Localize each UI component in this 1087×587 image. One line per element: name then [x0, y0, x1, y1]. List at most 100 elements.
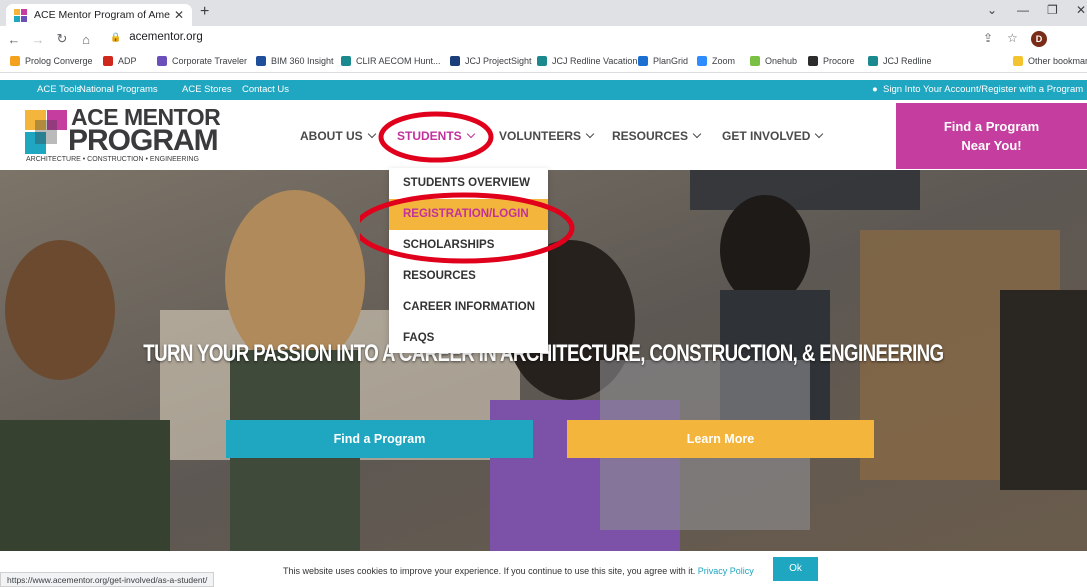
- nav-about-us[interactable]: ABOUT US: [300, 129, 376, 143]
- bookmark-label: Zoom: [712, 56, 736, 66]
- cookie-text: This website uses cookies to improve you…: [283, 566, 696, 576]
- menu-item-students-overview[interactable]: STUDENTS OVERVIEW: [389, 168, 548, 199]
- url-text: acementor.org: [129, 31, 203, 43]
- bookmark-item[interactable]: Prolog Converge: [10, 56, 93, 66]
- menu-item-registration-login[interactable]: REGISTRATION/LOGIN: [389, 199, 548, 230]
- chevron-down-icon: [692, 129, 702, 139]
- bookmark-item[interactable]: Corporate Traveler: [157, 56, 247, 66]
- bookmark-label: JCJ Redline: [883, 56, 932, 66]
- bookmark-item[interactable]: JCJ Redline: [868, 56, 932, 66]
- bookmark-favicon-icon: [808, 56, 818, 66]
- bookmark-item[interactable]: Onehub: [750, 56, 797, 66]
- sign-in-link[interactable]: Sign Into Your Account/Register with a P…: [883, 84, 1083, 95]
- user-icon: ●: [872, 84, 878, 95]
- bookmark-favicon-icon: [450, 56, 460, 66]
- bookmark-label: JCJ Redline Vacation: [552, 56, 638, 66]
- address-bar[interactable]: 🔒 acementor.org: [110, 31, 203, 43]
- chevron-down-icon: [367, 129, 376, 139]
- menu-item-resources[interactable]: RESOURCES: [389, 261, 548, 292]
- menu-item-career-information[interactable]: CAREER INFORMATION: [389, 292, 548, 323]
- bookmark-favicon-icon: [256, 56, 266, 66]
- bookmark-item[interactable]: CLIR AECOM Hunt...: [341, 56, 441, 66]
- nav-label: STUDENTS: [397, 129, 462, 143]
- menu-item-scholarships[interactable]: SCHOLARSHIPS: [389, 230, 548, 261]
- logo-text-line2[interactable]: PROGRAM: [68, 126, 219, 156]
- bookmark-favicon-icon: [638, 56, 648, 66]
- browser-tabstrip: ACE Mentor Program of America ✕ + ⌄ — ❐ …: [0, 0, 1087, 26]
- lock-icon[interactable]: 🔒: [110, 32, 121, 43]
- nav-label: ABOUT US: [300, 129, 363, 143]
- logo-tagline: ARCHITECTURE • CONSTRUCTION • ENGINEERIN…: [26, 156, 199, 163]
- privacy-policy-link[interactable]: Privacy Policy: [698, 566, 754, 576]
- bookmark-favicon-icon: [750, 56, 760, 66]
- forward-icon[interactable]: →: [28, 32, 48, 47]
- bookmark-item[interactable]: ADP: [103, 56, 137, 66]
- top-link-ace-stores[interactable]: ACE Stores: [182, 84, 232, 95]
- ace-favicon-icon: [14, 8, 27, 22]
- close-tab-icon[interactable]: ✕: [174, 8, 184, 22]
- bookmark-label: Corporate Traveler: [172, 56, 248, 66]
- bookmark-favicon-icon: [868, 56, 878, 66]
- cookie-ok-button[interactable]: Ok: [773, 557, 818, 581]
- folder-icon: [1013, 56, 1023, 66]
- bookmark-item[interactable]: PlanGrid: [638, 56, 688, 66]
- students-dropdown-menu: STUDENTS OVERVIEW REGISTRATION/LOGIN SCH…: [389, 168, 548, 353]
- share-icon[interactable]: ⇪: [983, 31, 993, 45]
- bookmark-item[interactable]: JCJ ProjectSight: [450, 56, 532, 66]
- bookmark-item[interactable]: Procore: [808, 56, 855, 66]
- profile-avatar[interactable]: D: [1031, 31, 1047, 47]
- learn-more-button[interactable]: Learn More: [567, 420, 874, 458]
- browser-tab[interactable]: ACE Mentor Program of America ✕: [6, 4, 192, 26]
- bookmark-item[interactable]: Other bookmarks: [1013, 56, 1087, 66]
- bookmark-label: Prolog Converge: [25, 56, 93, 66]
- bookmark-item[interactable]: Zoom: [697, 56, 735, 66]
- menu-item-faqs[interactable]: FAQS: [389, 323, 548, 354]
- bookmark-label: Procore: [823, 56, 855, 66]
- tab-search-icon[interactable]: ⌄: [987, 3, 997, 17]
- nav-get-involved[interactable]: GET INVOLVED: [722, 129, 824, 143]
- reload-icon[interactable]: ↻: [52, 31, 72, 47]
- chevron-down-icon: [585, 129, 595, 139]
- bookmark-label: BIM 360 Insight: [271, 56, 334, 66]
- find-a-program-button[interactable]: Find a Program: [226, 420, 533, 458]
- close-window-icon[interactable]: ✕: [1076, 3, 1086, 17]
- nav-volunteers[interactable]: VOLUNTEERS: [499, 129, 595, 143]
- nav-students[interactable]: STUDENTS: [397, 129, 475, 143]
- bookmark-favicon-icon: [103, 56, 113, 66]
- find-program-near-you-button[interactable]: Find a Program Near You!: [896, 103, 1087, 169]
- bookmark-label: JCJ ProjectSight: [465, 56, 532, 66]
- browser-toolbar: ← → ↻ ⌂ 🔒 acementor.org ⇪ ☆: [0, 26, 1087, 52]
- nav-label: GET INVOLVED: [722, 129, 811, 143]
- top-link-ace-tools[interactable]: ACE Tools: [37, 84, 81, 95]
- back-icon[interactable]: ←: [4, 32, 24, 47]
- ace-logo-icon[interactable]: [25, 110, 67, 154]
- bookmark-item[interactable]: JCJ Redline Vacation: [537, 56, 637, 66]
- new-tab-icon[interactable]: +: [200, 3, 209, 21]
- bookmark-label: Onehub: [765, 56, 798, 66]
- cookie-message: This website uses cookies to improve you…: [283, 566, 754, 576]
- nav-label: VOLUNTEERS: [499, 129, 582, 143]
- nav-resources[interactable]: RESOURCES: [612, 129, 702, 143]
- bookmark-label: ADP: [118, 56, 137, 66]
- top-link-contact-us[interactable]: Contact Us: [242, 84, 289, 95]
- bookmarks-bar: Prolog Converge ADP Corporate Traveler B…: [0, 52, 1087, 73]
- bookmark-favicon-icon: [341, 56, 351, 66]
- restore-icon[interactable]: ❐: [1047, 3, 1058, 17]
- nav-label: RESOURCES: [612, 129, 689, 143]
- chevron-down-icon: [466, 129, 475, 139]
- bookmark-label: Other bookmarks: [1028, 56, 1087, 66]
- find-program-line2: Near You!: [961, 138, 1022, 153]
- bookmark-favicon-icon: [10, 56, 20, 66]
- utility-bar: ACE Tools National Programs ACE Stores C…: [0, 80, 1087, 100]
- top-link-national-programs[interactable]: National Programs: [79, 84, 158, 95]
- bookmark-star-icon[interactable]: ☆: [1007, 31, 1018, 45]
- bookmark-label: CLIR AECOM Hunt...: [356, 56, 441, 66]
- home-icon[interactable]: ⌂: [76, 32, 96, 47]
- minimize-icon[interactable]: —: [1017, 3, 1029, 17]
- bookmark-favicon-icon: [537, 56, 547, 66]
- status-bar-url: https://www.acementor.org/get-involved/a…: [0, 572, 215, 587]
- bookmark-item[interactable]: BIM 360 Insight: [256, 56, 334, 66]
- tab-title: ACE Mentor Program of America: [34, 9, 170, 21]
- bookmark-favicon-icon: [157, 56, 167, 66]
- find-program-line1: Find a Program: [943, 119, 1040, 134]
